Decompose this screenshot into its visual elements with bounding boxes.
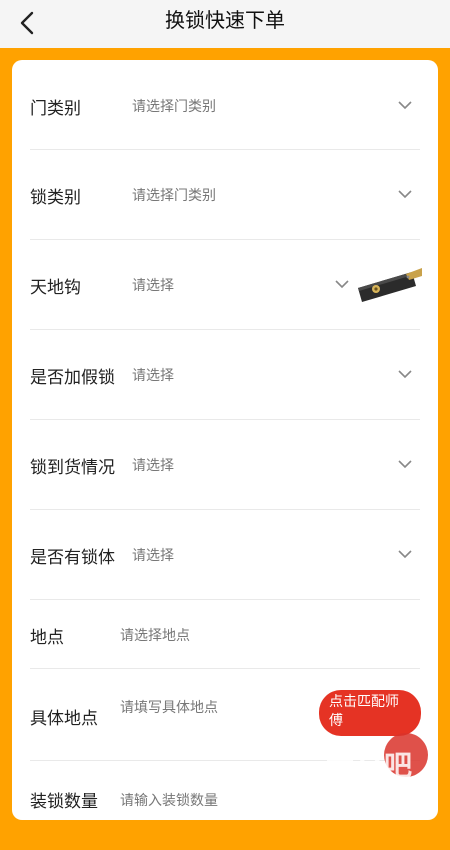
form-label: 锁到货情况 bbox=[30, 458, 115, 477]
lock-arrival-select[interactable]: 请选择 bbox=[132, 455, 174, 475]
form-row-lock-body[interactable]: 是否有锁体 请选择 bbox=[30, 509, 420, 600]
hook-lock-image bbox=[358, 268, 422, 302]
form-label: 是否有锁体 bbox=[30, 548, 115, 567]
form-label: 是否加假锁 bbox=[30, 368, 115, 387]
form-label: 天地钩 bbox=[30, 278, 81, 297]
form-label: 具体地点 bbox=[30, 709, 98, 728]
watermark-url: www.sucaibar.com bbox=[352, 775, 427, 785]
form-row-location[interactable]: 地点 请选择地点 bbox=[30, 599, 420, 669]
form-label: 锁类别 bbox=[30, 188, 81, 207]
address-input[interactable]: 请填写具体地点 bbox=[120, 697, 218, 717]
fake-lock-select[interactable]: 请选择 bbox=[132, 365, 174, 385]
chevron-down-icon[interactable] bbox=[398, 457, 412, 471]
chevron-down-icon[interactable] bbox=[398, 98, 412, 112]
match-technician-button[interactable]: 点击匹配师傅 bbox=[319, 690, 421, 736]
form-label: 门类别 bbox=[30, 99, 81, 118]
chevron-down-icon[interactable] bbox=[335, 277, 349, 291]
lock-type-select[interactable]: 请选择门类别 bbox=[132, 185, 216, 205]
chevron-down-icon[interactable] bbox=[398, 187, 412, 201]
lock-body-select[interactable]: 请选择 bbox=[132, 545, 174, 565]
chevron-down-icon[interactable] bbox=[398, 547, 412, 561]
form-row-lock-type[interactable]: 锁类别 请选择门类别 bbox=[30, 149, 420, 240]
form-row-lock-arrival[interactable]: 锁到货情况 请选择 bbox=[30, 419, 420, 510]
location-select[interactable]: 请选择地点 bbox=[120, 625, 190, 645]
hook-select[interactable]: 请选择 bbox=[132, 275, 174, 295]
form-row-fake-lock[interactable]: 是否加假锁 请选择 bbox=[30, 329, 420, 420]
page-title: 换锁快速下单 bbox=[165, 10, 285, 32]
chevron-down-icon[interactable] bbox=[398, 367, 412, 381]
form-label: 地点 bbox=[30, 628, 64, 647]
door-type-select[interactable]: 请选择门类别 bbox=[132, 96, 216, 116]
quantity-input[interactable]: 请输入装锁数量 bbox=[120, 790, 218, 810]
form-row-door-type[interactable]: 门类别 请选择门类别 bbox=[30, 60, 420, 150]
top-bar: 换锁快速下单 bbox=[0, 0, 450, 48]
